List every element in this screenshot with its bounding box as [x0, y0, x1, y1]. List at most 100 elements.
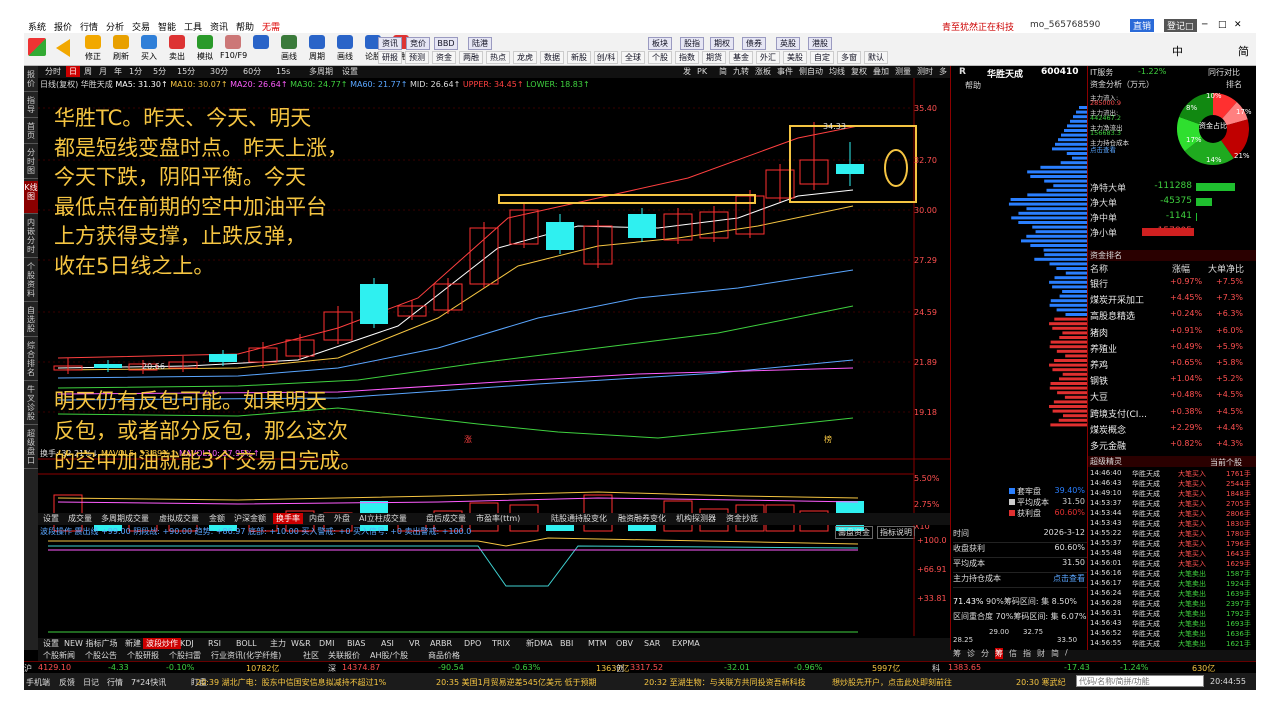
toolbar-small-5[interactable]: 股指 — [680, 37, 704, 50]
toolbar-sub-16[interactable]: 自定 — [810, 51, 834, 64]
toolbar-small-6[interactable]: 期权 — [710, 37, 734, 50]
formula-tab-9[interactable]: DMI — [316, 638, 337, 649]
menu-9[interactable]: 无需 — [262, 20, 280, 33]
status-link-2[interactable]: 日记 — [83, 677, 99, 688]
leftnav-item-7[interactable]: 自选股 — [24, 304, 38, 337]
news-ticker-2[interactable]: 20:32 至湖生物：与关联方共同投资吾新科技 — [644, 677, 806, 688]
toolbar-small-1[interactable]: 竞价 — [406, 37, 430, 50]
toolbar-btn-5[interactable]: F10/F9 — [220, 35, 247, 64]
toolbar-btn-9[interactable]: 画线 — [332, 35, 358, 64]
status-link-1[interactable]: 反馈 — [59, 677, 75, 688]
formula-tab-15[interactable]: TRIX — [489, 638, 513, 649]
leftnav-item-8[interactable]: 综合排名 — [24, 339, 38, 381]
toolbar-sub-8[interactable]: 创/科 — [594, 51, 618, 64]
sector-row-10[interactable]: 多元金融 +0.82% +4.3% — [1088, 439, 1256, 454]
leftnav-item-10[interactable]: 超级盘口 — [24, 427, 38, 469]
chart-tool-10[interactable]: 测量 — [892, 66, 914, 77]
toolbar-small-3[interactable]: 陆港 — [468, 37, 492, 50]
indicator-tab-8[interactable]: 外盘 — [331, 513, 353, 524]
formula-tab-6[interactable]: BOLL — [233, 638, 260, 649]
leftnav-item-2[interactable]: 首页 — [24, 120, 38, 144]
toolbar-sub-12[interactable]: 期货 — [702, 51, 726, 64]
toolbar-small-0[interactable]: 资讯 — [378, 37, 402, 50]
period-tab-6[interactable]: 5分 — [150, 66, 169, 77]
chart-tool-7[interactable]: 均线 — [826, 66, 848, 77]
toolbar-sub-13[interactable]: 基金 — [729, 51, 753, 64]
search-input[interactable] — [1076, 675, 1204, 687]
news-ticker-4[interactable]: 20:30 寒武纪 — [1016, 677, 1066, 688]
period-tab-10[interactable]: 15s — [273, 66, 293, 77]
leftnav-item-0[interactable]: 报价 — [24, 68, 38, 92]
formula-tab-21[interactable]: EXPMA — [669, 638, 703, 649]
news-ticker-1[interactable]: 20:35 美国1月贸易逆差545亿美元 低于预期 — [436, 677, 597, 688]
news-tab-4[interactable]: 行业资讯(化学纤维) — [208, 650, 284, 661]
sector-row-9[interactable]: 煤炭概念 +2.29% +4.4% — [1088, 423, 1256, 438]
chip-tab-3[interactable]: 筹 — [995, 648, 1003, 659]
toolbar-small-9[interactable]: 港股 — [808, 37, 832, 50]
toolbar-btn-0[interactable]: 修正 — [80, 35, 106, 64]
toolbar-right-jian[interactable]: 简 — [1238, 43, 1249, 59]
indicator-tab-0[interactable]: 设置 — [40, 513, 62, 524]
indicator-tab-10[interactable]: 盘后成交量 — [423, 513, 469, 524]
toolbar-sub-10[interactable]: 个股 — [648, 51, 672, 64]
toolbar-sub-3[interactable]: 两融 — [459, 51, 483, 64]
sector-row-1[interactable]: 煤炭开采加工 +4.45% +7.3% — [1088, 293, 1256, 308]
formula-tab-14[interactable]: DPO — [461, 638, 484, 649]
chip-tab-7[interactable]: 简 — [1051, 648, 1059, 659]
sector-h-net[interactable]: 大单净比 — [1208, 262, 1244, 275]
period-tab-5[interactable]: 1分 — [126, 66, 145, 77]
formula-tab-5[interactable]: RSI — [205, 638, 224, 649]
toolbar-btn-3[interactable]: 卖出 — [164, 35, 190, 64]
toolbar-btn-7[interactable]: 画线 — [276, 35, 302, 64]
oscillator-chart[interactable] — [38, 536, 950, 636]
news-tab-3[interactable]: 个股扫雷 — [166, 650, 204, 661]
toolbar-sub-9[interactable]: 全球 — [621, 51, 645, 64]
chart-tool-2[interactable]: 简 — [716, 66, 730, 77]
indicator-tab-5[interactable]: 沪深金额 — [231, 513, 269, 524]
flow-rank[interactable]: 排名 — [1226, 79, 1242, 90]
status-link-3[interactable]: 行情 — [107, 677, 123, 688]
formula-tab-19[interactable]: OBV — [613, 638, 636, 649]
period-tab-2[interactable]: 周 — [81, 66, 95, 77]
period-tab-9[interactable]: 60分 — [240, 66, 264, 77]
menu-3[interactable]: 分析 — [106, 20, 124, 33]
chip-tab-4[interactable]: 信 — [1009, 648, 1017, 659]
indicator-tab-2[interactable]: 多周期成交量 — [98, 513, 152, 524]
toolbar-sub-14[interactable]: 外汇 — [756, 51, 780, 64]
formula-tab-10[interactable]: BIAS — [344, 638, 368, 649]
menu-2[interactable]: 行情 — [80, 20, 98, 33]
news-ticker-3[interactable]: 想炒股先开户，点击此处即刻前往 — [832, 677, 952, 688]
menu-4[interactable]: 交易 — [132, 20, 150, 33]
toolbar-small-2[interactable]: BBD — [434, 37, 458, 50]
chart-tool-6[interactable]: 侧自动 — [796, 66, 826, 77]
sector-h-change[interactable]: 涨幅 — [1172, 262, 1190, 275]
toolbar-sub-17[interactable]: 多窗 — [837, 51, 861, 64]
news-tab-2[interactable]: 个股研报 — [124, 650, 162, 661]
leftnav-item-6[interactable]: 个股资料 — [24, 260, 38, 302]
formula-tab-17[interactable]: BBI — [557, 638, 576, 649]
formula-tab-20[interactable]: SAR — [641, 638, 663, 649]
restore-icon[interactable]: □ — [1218, 20, 1227, 30]
formula-tab-12[interactable]: VR — [406, 638, 423, 649]
indicator-tab-1[interactable]: 成交量 — [65, 513, 95, 524]
broker-button[interactable]: 直销 — [1130, 19, 1155, 32]
toolbar-btn-6[interactable] — [248, 35, 274, 64]
news-tab-6[interactable]: 关联报价 — [325, 650, 363, 661]
sector-h-name[interactable]: 名称 — [1090, 262, 1108, 275]
chip-tab-2[interactable]: 分 — [981, 648, 989, 659]
formula-tab-0[interactable]: 设置 — [40, 638, 62, 649]
app-logo-icon[interactable] — [28, 38, 46, 56]
indicator-tab-7[interactable]: 内盘 — [306, 513, 328, 524]
leftnav-item-1[interactable]: 指导 — [24, 94, 38, 118]
formula-tab-11[interactable]: ASI — [378, 638, 397, 649]
chip-tab-1[interactable]: 诊 — [967, 648, 975, 659]
toolbar-small-4[interactable]: 板块 — [648, 37, 672, 50]
period-tab-11[interactable]: 多周期 — [306, 66, 336, 77]
period-tab-1[interactable]: 日 — [66, 66, 80, 77]
period-tab-8[interactable]: 30分 — [207, 66, 231, 77]
toolbar-btn-4[interactable]: 模拟 — [192, 35, 218, 64]
tick-filter[interactable]: 当前个股 — [1210, 457, 1242, 468]
chart-tool-4[interactable]: 涨板 — [752, 66, 774, 77]
formula-tab-3[interactable]: 波段炒作 — [143, 638, 181, 649]
chart-tool-0[interactable]: 发 — [680, 66, 694, 77]
